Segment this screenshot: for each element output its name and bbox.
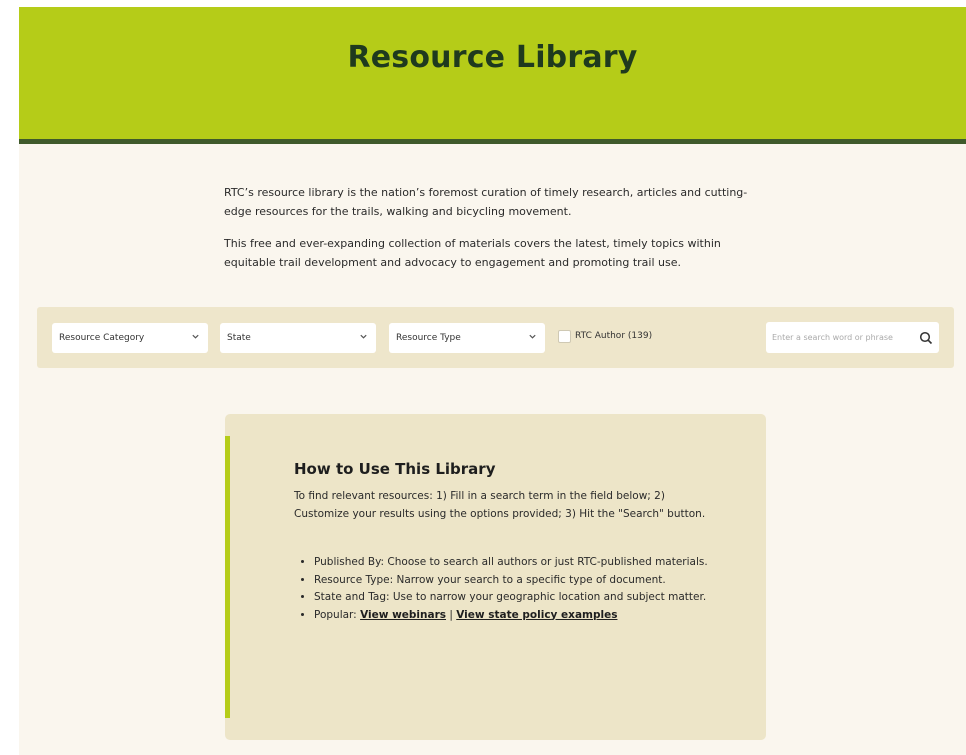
view-state-policy-link[interactable]: View state policy examples [456, 609, 617, 621]
resource-type-select[interactable]: Resource Type [389, 323, 545, 353]
page: Resource Library RTC’s resource library … [19, 7, 966, 755]
intro-paragraph-2: This free and ever-expanding collection … [224, 237, 721, 269]
chevron-down-icon [191, 332, 200, 343]
list-item: Resource Type: Narrow your search to a s… [314, 572, 734, 590]
hero-banner: Resource Library [19, 7, 966, 144]
how-to-lead: To find relevant resources: 1) Fill in a… [294, 490, 706, 520]
state-select[interactable]: State [220, 323, 376, 353]
view-webinars-link[interactable]: View webinars [360, 609, 446, 621]
search-box [766, 322, 939, 353]
list-item: Published By: Choose to search all autho… [314, 554, 734, 572]
filter-bar: Resource Category State Resource Type RT… [37, 307, 954, 368]
chevron-down-icon [528, 332, 537, 343]
list-item-popular: Popular: View webinars | View state poli… [314, 607, 734, 625]
resource-category-select[interactable]: Resource Category [52, 323, 208, 353]
popular-label: Popular: [314, 608, 361, 621]
how-to-list: Published By: Choose to search all autho… [294, 554, 734, 624]
accent-bar [225, 436, 230, 718]
link-separator: | [446, 608, 457, 621]
search-icon[interactable] [919, 330, 933, 345]
search-input[interactable] [772, 330, 914, 344]
resource-category-label: Resource Category [59, 333, 145, 343]
how-to-panel: How to Use This Library To find relevant… [225, 414, 766, 740]
chevron-down-icon [359, 332, 368, 343]
rtc-author-checkbox[interactable] [558, 330, 571, 343]
intro-paragraph-1: RTC’s resource library is the nation’s f… [224, 186, 748, 218]
rtc-author-label: RTC Author (139) [575, 331, 653, 341]
list-item: State and Tag: Use to narrow your geogra… [314, 589, 734, 607]
page-title: Resource Library [347, 40, 638, 75]
state-label: State [227, 333, 251, 343]
resource-type-label: Resource Type [396, 333, 461, 343]
intro-text: RTC’s resource library is the nation’s f… [224, 183, 764, 285]
how-to-title: How to Use This Library [294, 460, 496, 478]
